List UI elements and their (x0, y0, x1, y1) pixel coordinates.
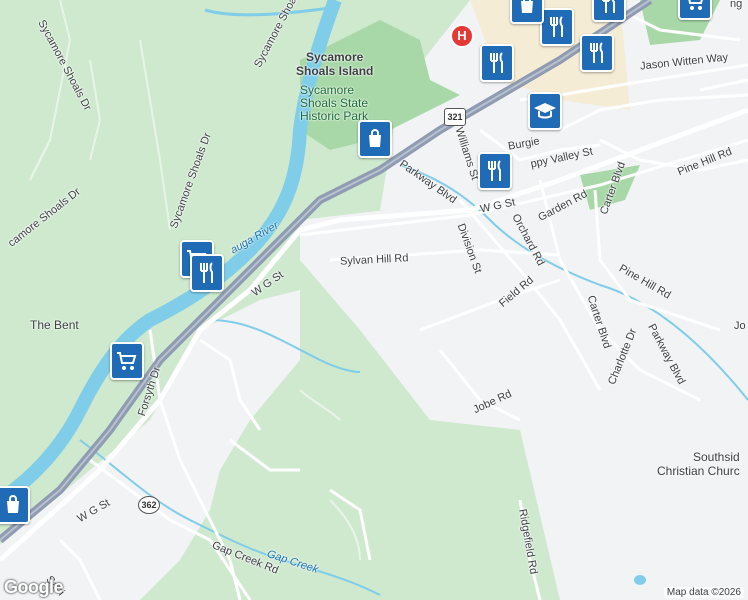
poi-restaurant-top-3[interactable] (580, 34, 614, 72)
sr362-shield: 362 (138, 496, 160, 514)
poi-grocery-cart-2[interactable] (110, 342, 144, 380)
poi-restaurant-top-4[interactable] (592, 0, 626, 22)
restaurant-icon (602, 0, 615, 13)
shopping-bag-icon (7, 495, 19, 513)
map-base (0, 0, 748, 600)
poi-restaurant-mid[interactable] (478, 152, 512, 190)
poi-education[interactable] (528, 92, 562, 130)
restaurant-icon (550, 16, 563, 37)
pond (634, 575, 646, 585)
poi-shopping-cart-top[interactable] (678, 0, 712, 20)
shopping-cart-icon (117, 352, 137, 370)
restaurant-icon (488, 160, 501, 181)
restaurant-icon (490, 52, 503, 73)
poi-restaurant-top-2[interactable] (540, 8, 574, 46)
hospital-icon[interactable]: H (450, 24, 474, 48)
shopping-cart-icon (688, 0, 703, 10)
poi-restaurant-top-1[interactable] (480, 44, 514, 82)
shopping-bag-icon (369, 129, 381, 147)
poi-restaurant-left[interactable] (190, 254, 224, 292)
label-the-bent: The Bent (30, 318, 79, 332)
label-state-historic-park: Sycamore Shoals State Historic Park (300, 83, 369, 123)
label-jo: Jo (734, 320, 746, 332)
map-attribution[interactable]: Map data ©2026 (663, 587, 744, 598)
us321-shield: 321 (444, 108, 466, 126)
poi-shopping-bag-top[interactable] (510, 0, 544, 24)
label-ng: ng (730, 0, 743, 10)
river-branch (204, 6, 331, 17)
poi-shopping-bag-bottom[interactable] (0, 486, 30, 524)
shopping-bag-icon (521, 0, 533, 13)
restaurant-icon (200, 262, 213, 283)
restaurant-icon (590, 42, 603, 63)
google-logo: Google (4, 577, 64, 597)
map-view[interactable]: Sycamore Shoals Island Sycamore Shoals S… (0, 0, 748, 600)
graduation-cap-icon (534, 103, 556, 119)
label-sycamore-shoals-island: Sycamore Shoals Island (296, 50, 374, 78)
poi-shopping-bag-island[interactable] (358, 120, 392, 158)
label-southside-christian-church: Southsid Christian Churc (657, 450, 740, 478)
